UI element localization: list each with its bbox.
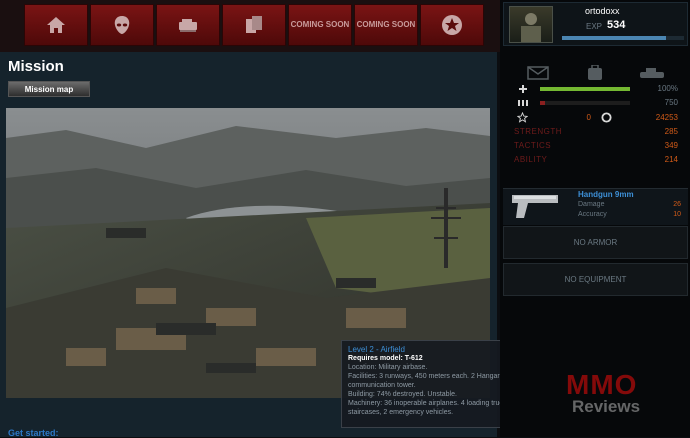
page-title: Mission	[8, 58, 64, 75]
watermark-bottom: Reviews	[572, 397, 641, 416]
building-icon	[246, 16, 262, 33]
ammo-value: 750	[664, 98, 678, 107]
damage-label: Damage	[578, 201, 605, 208]
nav-tab-buildings[interactable]	[222, 4, 286, 46]
watermark-logo: MMO Reviews	[566, 369, 686, 416]
armor-slot[interactable]: NO ARMOR	[503, 226, 688, 259]
vehicle-icon	[179, 19, 197, 32]
coming-soon-label: COMING SOON	[290, 20, 350, 29]
strength-label: STRENGTH	[514, 127, 562, 136]
nav-tab-coming-soon-1[interactable]: COMING SOON	[288, 4, 352, 46]
messages-button[interactable]	[518, 64, 558, 82]
health-bar	[540, 87, 630, 91]
alien-head-icon	[114, 16, 130, 34]
exp-value: 534	[607, 19, 626, 31]
damage-value: 26	[673, 201, 681, 208]
nav-tab-vehicles[interactable]	[156, 4, 220, 46]
ability-label: ABILITY	[514, 155, 548, 164]
mission-map-tab[interactable]: Mission map	[8, 81, 90, 97]
rank-value: 0	[586, 113, 591, 122]
backpack-icon	[588, 65, 602, 80]
weapon-name: Handgun 9mm	[578, 190, 634, 199]
envelope-icon	[527, 66, 549, 80]
inventory-button[interactable]	[575, 64, 615, 82]
ammo-bar	[540, 101, 630, 105]
garage-button[interactable]	[632, 64, 672, 82]
ammo-bar-fill	[540, 101, 545, 105]
avatar[interactable]	[509, 6, 553, 43]
username[interactable]: ortodoxx	[585, 6, 620, 16]
exp-bar	[562, 36, 684, 40]
ability-value: 214	[664, 155, 678, 164]
tank-icon	[640, 68, 664, 78]
credits-value: 24253	[655, 113, 678, 122]
health-bar-fill	[540, 87, 630, 91]
exp-bar-fill	[562, 36, 666, 40]
coming-soon-label: COMING SOON	[356, 20, 416, 29]
nav-tab-coming-soon-2[interactable]: COMING SOON	[354, 4, 418, 46]
strength-value: 285	[664, 127, 678, 136]
star-outline-icon	[517, 112, 528, 123]
cross-icon	[519, 85, 527, 93]
star-icon	[442, 15, 462, 35]
accuracy-label: Accuracy	[578, 211, 607, 218]
home-icon	[47, 17, 65, 33]
soldier-icon	[521, 13, 541, 42]
ammo-icon	[518, 100, 528, 106]
nav-tab-aliens[interactable]	[90, 4, 154, 46]
exp-label: EXP	[586, 22, 603, 31]
nav-tab-home[interactable]	[24, 4, 88, 46]
tactics-value: 349	[664, 141, 678, 150]
top-navigation: COMING SOON COMING SOON	[0, 0, 500, 52]
equipment-slot[interactable]: NO EQUIPMENT	[503, 263, 688, 296]
coin-icon	[601, 112, 612, 123]
handgun-icon	[512, 195, 558, 218]
tactics-label: TACTICS	[514, 141, 552, 150]
accuracy-value: 10	[673, 211, 681, 218]
nav-tab-favorites[interactable]	[420, 4, 484, 46]
health-value: 100%	[657, 84, 678, 93]
